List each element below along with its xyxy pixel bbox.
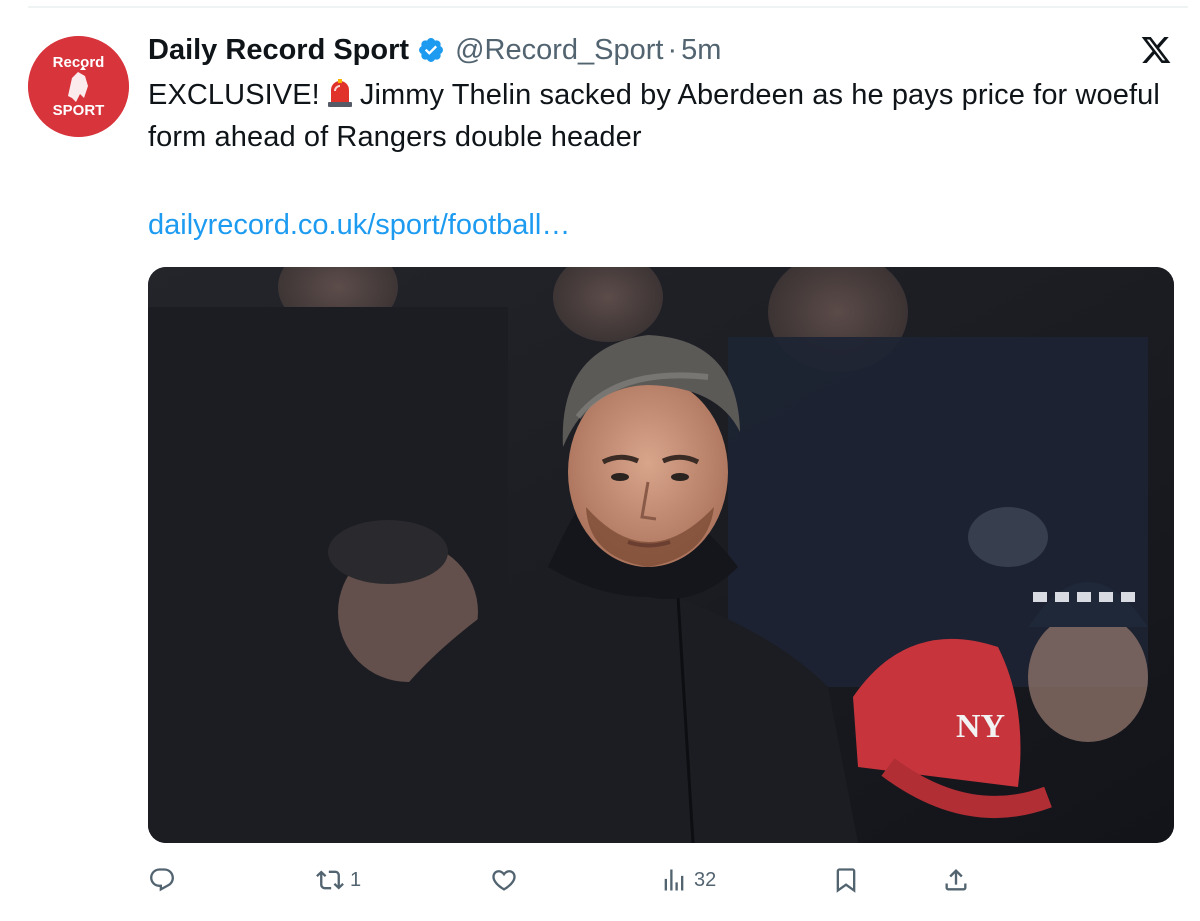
tweet-text-lead: EXCLUSIVE! xyxy=(148,79,320,111)
record-sport-logo: Record SPORT xyxy=(28,36,129,137)
retweet-icon xyxy=(316,870,344,890)
share-icon xyxy=(945,869,967,891)
svg-text:NY: NY xyxy=(956,708,1005,745)
bookmark-icon xyxy=(836,868,856,893)
tweet-photo[interactable]: NY xyxy=(148,267,1174,843)
tweet-text: EXCLUSIVE! Jimmy Thelin sacked by Aberde… xyxy=(148,74,1178,158)
display-name[interactable]: Daily Record Sport xyxy=(148,34,409,67)
x-logo-icon xyxy=(1140,34,1172,66)
photo-scene: NY xyxy=(148,267,1174,843)
bookmark-button[interactable] xyxy=(832,862,860,898)
top-divider xyxy=(28,6,1188,8)
views-button[interactable]: 32 xyxy=(660,862,716,898)
logo-text-top: Record xyxy=(53,54,105,71)
verified-badge-icon xyxy=(417,36,445,64)
like-icon xyxy=(492,870,516,891)
separator: · xyxy=(667,33,678,66)
article-link[interactable]: dailyrecord.co.uk/sport/football… xyxy=(148,204,570,246)
views-count: 32 xyxy=(694,868,717,891)
logo-text-bottom: SPORT xyxy=(53,102,105,119)
reply-icon xyxy=(150,868,174,892)
siren-emoji xyxy=(326,78,354,108)
avatar[interactable]: Record SPORT xyxy=(28,36,129,137)
reply-button[interactable] xyxy=(148,862,182,898)
like-button[interactable] xyxy=(490,862,524,898)
action-bar: 1 32 xyxy=(148,862,1178,898)
views-icon xyxy=(664,869,684,891)
retweet-button[interactable]: 1 xyxy=(316,862,361,898)
share-button[interactable] xyxy=(942,862,970,898)
handle[interactable]: @Record_Sport xyxy=(455,34,663,67)
timestamp[interactable]: 5m xyxy=(681,34,721,67)
tweet-header: Daily Record Sport @Record_Sport · 5m xyxy=(148,30,721,70)
retweet-count: 1 xyxy=(350,868,362,891)
